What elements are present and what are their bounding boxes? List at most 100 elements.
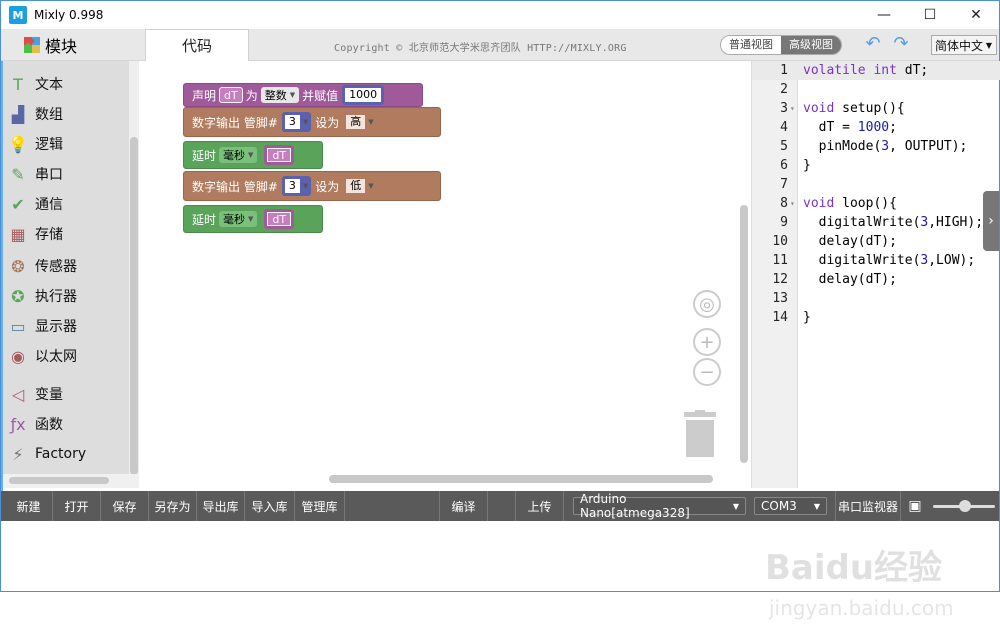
delay-block[interactable]: 延时 毫秒 ▼ dT <box>183 141 323 169</box>
block-label: 数字输出 管脚# <box>192 179 278 194</box>
minimize-button[interactable]: — <box>861 1 907 29</box>
level-dropdown[interactable]: 高 ▼ <box>343 112 377 132</box>
code-line[interactable]: 11 digitalWrite(3,LOW); <box>752 251 1000 270</box>
fold-toggle-icon[interactable]: ▾ <box>790 194 795 213</box>
code-line[interactable]: 14} <box>752 308 1000 327</box>
advanced-view-button[interactable]: 高级视图 <box>781 36 841 54</box>
code-line[interactable]: 10 delay(dT); <box>752 232 1000 251</box>
number-input-block[interactable]: 1000 <box>342 85 385 105</box>
variable-reference-block[interactable]: dT <box>264 145 295 165</box>
undo-icon[interactable]: ↶ <box>863 35 883 55</box>
blocks-workspace[interactable]: 声明 dT 为 整数 ▼ 并赋值 1000 数字输出 管脚# 3 ▼ 设为 高 ▼ 延… <box>139 61 751 488</box>
title-bar: M Mixly 0.998 — ☐ ✕ <box>1 1 999 29</box>
upload-button[interactable]: 上传 <box>516 491 564 521</box>
toolbox-item-10[interactable]: ◁ 变量 <box>7 381 63 407</box>
trash-icon[interactable] <box>683 410 717 458</box>
save-as-button[interactable]: 另存为 <box>149 491 197 521</box>
fold-toggle-icon[interactable]: ▾ <box>790 99 795 118</box>
line-number: 8 <box>780 196 788 211</box>
number-value[interactable]: 1000 <box>345 88 382 102</box>
compile-button[interactable]: 编译 <box>440 491 488 521</box>
board-select[interactable]: Arduino Nano[atmega328] ▼ <box>573 492 746 520</box>
variable-name-field[interactable]: dT <box>219 87 243 103</box>
chevron-down-icon: ▼ <box>813 501 820 511</box>
toolbox-item-6[interactable]: ❂ 传感器 <box>7 253 77 279</box>
code-editor[interactable]: 1 volatile int dT; 2 3 ▾ void setup(){4 dT = … <box>751 61 1000 488</box>
toolbox-item-label: 串口 <box>35 167 63 183</box>
toolbox-item-4[interactable]: ✔ 通信 <box>7 191 63 217</box>
code-line[interactable]: 13 <box>752 289 1000 308</box>
toolbox-item-1[interactable]: ▟ 数组 <box>7 101 63 127</box>
code-line[interactable]: 5 pinMode(3, OUTPUT); <box>752 137 1000 156</box>
toolbox-item-9[interactable]: ◉ 以太网 <box>7 343 77 369</box>
zoom-out-button[interactable]: − <box>693 358 721 386</box>
pin-dropdown[interactable]: 3 ▼ <box>281 112 312 132</box>
manage-library-button[interactable]: 管理库 <box>295 491 345 521</box>
redo-icon[interactable]: ↷ <box>891 35 911 55</box>
blocks-title-label: 模块 <box>45 37 78 56</box>
code-line[interactable]: 7 <box>752 175 1000 194</box>
port-label: COM3 <box>761 499 797 513</box>
actuator-icon: ✪ <box>11 286 25 306</box>
tab-code[interactable]: 代码 <box>145 29 249 61</box>
type-dropdown[interactable]: 整数 ▼ <box>260 87 300 103</box>
serial-monitor-button[interactable]: 串口监视器 <box>835 491 901 521</box>
zoom-in-button[interactable]: + <box>693 328 721 356</box>
open-button[interactable]: 打开 <box>53 491 101 521</box>
digital-write-block-high[interactable]: 数字输出 管脚# 3 ▼ 设为 高 ▼ <box>183 107 441 137</box>
declare-variable-block[interactable]: 声明 dT 为 整数 ▼ 并赋值 1000 <box>183 83 423 107</box>
workspace-hscrollbar[interactable] <box>329 475 713 483</box>
workspace-vscrollbar[interactable] <box>740 205 748 463</box>
chip-icon[interactable]: ▣ <box>906 498 924 514</box>
view-toggle: 普通视图 高级视图 <box>720 35 842 55</box>
toolbox-item-0[interactable]: T 文本 <box>7 71 63 97</box>
text-icon: T <box>13 74 23 94</box>
maximize-button[interactable]: ☐ <box>907 1 953 29</box>
code-line[interactable]: 6} <box>752 156 1000 175</box>
toolbox-item-2[interactable]: 💡 逻辑 <box>7 131 63 157</box>
code-line[interactable]: 8 ▾ void loop(){ <box>752 194 1000 213</box>
toolbox-scrollbar[interactable] <box>129 61 139 475</box>
toolbox-item-7[interactable]: ✪ 执行器 <box>7 283 77 309</box>
code-line[interactable]: 4 dT = 1000; <box>752 118 1000 137</box>
close-button[interactable]: ✕ <box>953 1 999 29</box>
toolbox-item-8[interactable]: ▭ 显示器 <box>7 313 77 339</box>
code-line[interactable]: 12 delay(dT); <box>752 270 1000 289</box>
toolbox-hscrollbar[interactable] <box>1 474 139 488</box>
zoom-slider-thumb[interactable] <box>959 500 971 512</box>
chevron-right-icon[interactable]: › <box>983 191 999 251</box>
code-line[interactable]: 2 <box>752 80 1000 99</box>
export-library-button[interactable]: 导出库 <box>197 491 245 521</box>
unit-dropdown[interactable]: 毫秒 ▼ <box>219 147 258 163</box>
unit-dropdown[interactable]: 毫秒 ▼ <box>219 211 258 227</box>
recenter-icon[interactable]: ◎ <box>693 290 721 318</box>
toolbox-item-3[interactable]: ✎ 串口 <box>7 161 63 187</box>
language-select[interactable]: 简体中文 ▼ <box>931 35 997 55</box>
new-button[interactable]: 新建 <box>5 491 53 521</box>
watermark-sub: jingyan.baidu.com <box>769 596 954 620</box>
port-select[interactable]: COM3 ▼ <box>754 497 827 515</box>
line-number: 3 <box>780 101 788 116</box>
code-line[interactable]: 3 ▾ void setup(){ <box>752 99 1000 118</box>
normal-view-button[interactable]: 普通视图 <box>721 36 781 54</box>
toolbox-item-label: 函数 <box>35 417 63 433</box>
code-line[interactable]: 9 digitalWrite(3,HIGH); <box>752 213 1000 232</box>
block-label: 延时 <box>192 212 217 227</box>
save-button[interactable]: 保存 <box>101 491 149 521</box>
level-dropdown[interactable]: 低 ▼ <box>343 176 377 196</box>
array-icon: ▟ <box>11 104 25 124</box>
display-icon: ▭ <box>10 316 26 336</box>
variable-reference-block[interactable]: dT <box>264 209 295 229</box>
toolbox-item-11[interactable]: ƒx 函数 <box>7 411 63 437</box>
line-number: 7 <box>780 177 788 192</box>
code-line[interactable]: 1 volatile int dT; <box>752 61 1000 80</box>
window-edge <box>1 61 3 491</box>
line-number: 6 <box>780 158 788 173</box>
digital-write-block-low[interactable]: 数字输出 管脚# 3 ▼ 设为 低 ▼ <box>183 171 441 201</box>
blocks-panel-title: 模块 <box>23 33 77 57</box>
pin-dropdown[interactable]: 3 ▼ <box>281 176 312 196</box>
delay-block[interactable]: 延时 毫秒 ▼ dT <box>183 205 323 233</box>
toolbox-item-12[interactable]: ⚡ Factory <box>7 441 86 467</box>
import-library-button[interactable]: 导入库 <box>245 491 295 521</box>
toolbox-item-5[interactable]: ▦ 存储 <box>7 221 63 247</box>
